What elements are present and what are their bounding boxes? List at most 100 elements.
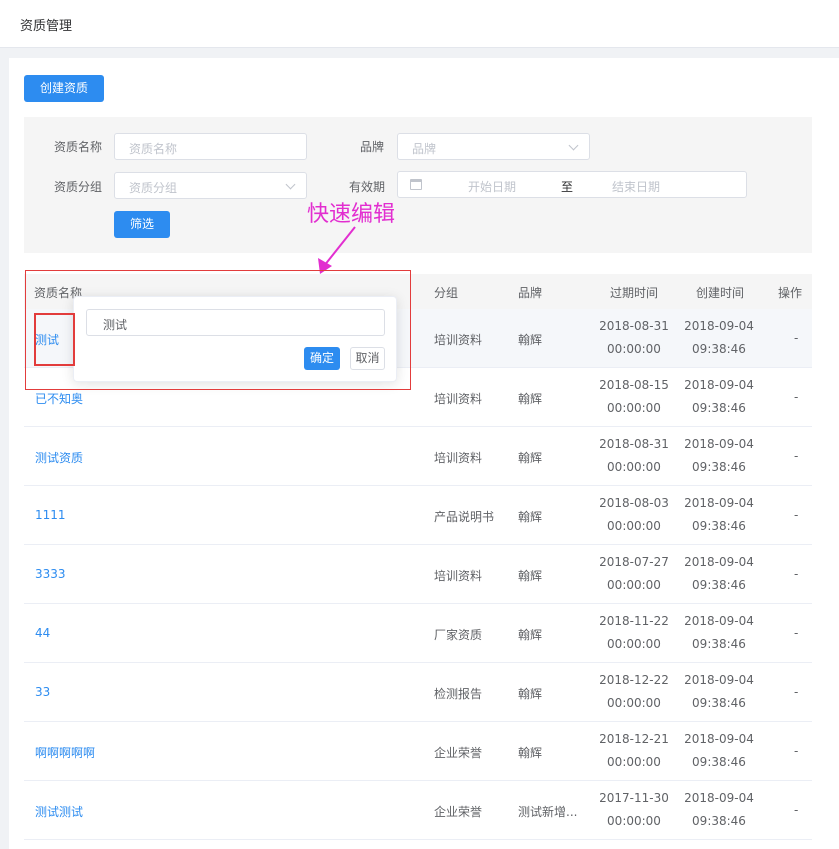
row-group: 企业荣誉 [434, 805, 483, 819]
name-filter-placeholder: 资质名称 [129, 142, 178, 156]
row-create-time: 2018-09-04 09:38:46 [679, 551, 759, 597]
row-expire-clock-text: 00:00:00 [607, 755, 661, 769]
group-filter-label: 资质分组 [54, 180, 103, 194]
row-create-time: 2018-09-04 09:38:46 [679, 787, 759, 833]
row-create-time: 2018-09-04 09:38:46 [679, 315, 759, 361]
date-range-picker[interactable]: 开始日期 至 结束日期 [397, 171, 747, 198]
row-create-clock-text: 09:38:46 [692, 696, 746, 710]
row-create-date-text: 2018-09-04 [684, 319, 754, 333]
row-brand: 测试新增... [518, 805, 578, 819]
row-group: 检测报告 [434, 687, 483, 701]
row-action[interactable]: - [794, 449, 798, 463]
row-name-link[interactable]: 已不知奥 [35, 390, 83, 407]
row-create-clock-text: 09:38:46 [692, 460, 746, 474]
row-group: 培训资料 [434, 392, 483, 406]
row-brand: 翰辉 [518, 746, 543, 760]
row-name-link[interactable]: 3333 [35, 567, 66, 581]
row-action[interactable]: - [794, 331, 798, 345]
start-date-input[interactable]: 开始日期 [468, 178, 516, 195]
brand-select[interactable]: 品牌 [397, 133, 590, 160]
row-create-clock-text: 09:38:46 [692, 342, 746, 356]
row-expire-date-text: 2018-08-31 [599, 437, 669, 451]
top-bar: 资质管理 [0, 0, 839, 48]
row-expire-time: 2018-12-21 00:00:00 [594, 728, 674, 774]
row-name-link[interactable]: 1111 [35, 508, 66, 522]
row-brand: 翰辉 [518, 569, 543, 583]
column-header-actions: 操作 [778, 286, 803, 300]
create-qualification-button[interactable]: 创建资质 [24, 75, 104, 102]
row-expire-time: 2018-07-27 00:00:00 [594, 551, 674, 597]
row-brand: 翰辉 [518, 687, 543, 701]
row-expire-clock-text: 00:00:00 [607, 519, 661, 533]
row-expire-time: 2018-12-22 00:00:00 [594, 669, 674, 715]
row-expire-clock-text: 00:00:00 [607, 401, 661, 415]
name-filter-input[interactable]: 资质名称 [114, 133, 307, 160]
row-group: 培训资料 [434, 569, 483, 583]
row-name-link[interactable]: 测试测试 [35, 803, 83, 820]
row-create-date-text: 2018-09-04 [684, 555, 754, 569]
row-action[interactable]: - [794, 803, 798, 817]
row-name-link[interactable]: 测试资质 [35, 449, 83, 466]
row-action[interactable]: - [794, 744, 798, 758]
column-header-expire: 过期时间 [610, 286, 659, 300]
table-row: 44 厂家资质 翰辉 2018-11-22 00:00:00 2018-09-04 09:3… [24, 604, 812, 663]
row-group: 产品说明书 [434, 510, 495, 524]
name-filter-label: 资质名称 [54, 140, 103, 154]
row-expire-time: 2018-11-22 00:00:00 [594, 610, 674, 656]
row-create-clock-text: 09:38:46 [692, 637, 746, 651]
row-action[interactable]: - [794, 390, 798, 404]
page-title: 资质管理 [20, 19, 73, 34]
row-expire-date-text: 2018-08-03 [599, 496, 669, 510]
row-action[interactable]: - [794, 685, 798, 699]
row-expire-time: 2018-08-03 00:00:00 [594, 492, 674, 538]
row-create-time: 2018-09-04 09:38:46 [679, 669, 759, 715]
row-brand: 翰辉 [518, 333, 543, 347]
row-brand: 翰辉 [518, 392, 543, 406]
row-create-time: 2018-09-04 09:38:46 [679, 492, 759, 538]
row-group: 企业荣誉 [434, 746, 483, 760]
end-date-input[interactable]: 结束日期 [612, 178, 660, 195]
row-create-clock-text: 09:38:46 [692, 814, 746, 828]
row-create-date-text: 2018-09-04 [684, 496, 754, 510]
row-group: 培训资料 [434, 333, 483, 347]
table-row: 33 检测报告 翰辉 2018-12-22 00:00:00 2018-09-04 09:3… [24, 663, 812, 722]
row-expire-date-text: 2018-08-15 [599, 378, 669, 392]
filter-button[interactable]: 筛选 [114, 211, 170, 238]
row-action[interactable]: - [794, 567, 798, 581]
row-expire-clock-text: 00:00:00 [607, 814, 661, 828]
row-expire-clock-text: 00:00:00 [607, 578, 661, 592]
annotation-arrow-icon [318, 226, 356, 274]
row-name-link[interactable]: 啊啊啊啊啊 [35, 744, 95, 761]
column-header-group: 分组 [434, 286, 459, 300]
row-create-time: 2018-09-04 09:38:46 [679, 433, 759, 479]
row-group: 培训资料 [434, 451, 483, 465]
chevron-down-icon [285, 179, 296, 190]
column-header-brand: 品牌 [518, 286, 543, 300]
validity-filter-label: 有效期 [349, 180, 386, 194]
row-create-date-text: 2018-09-04 [684, 437, 754, 451]
row-expire-date-text: 2018-08-31 [599, 319, 669, 333]
row-name-link[interactable]: 44 [35, 626, 50, 640]
table-row: 测试资质 培训资料 翰辉 2018-08-31 00:00:00 2018-09-04 09… [24, 427, 812, 486]
row-name-link[interactable]: 33 [35, 685, 50, 699]
brand-select-placeholder: 品牌 [412, 142, 437, 156]
column-header-created: 创建时间 [696, 286, 745, 300]
row-action[interactable]: - [794, 626, 798, 640]
row-brand: 翰辉 [518, 451, 543, 465]
row-create-clock-text: 09:38:46 [692, 401, 746, 415]
brand-filter-label: 品牌 [360, 140, 385, 154]
highlight-box-name-cell [34, 313, 75, 366]
row-expire-clock-text: 00:00:00 [607, 637, 661, 651]
row-action[interactable]: - [794, 508, 798, 522]
row-create-date-text: 2018-09-04 [684, 673, 754, 687]
calendar-icon [410, 179, 422, 190]
row-expire-time: 2017-11-30 00:00:00 [594, 787, 674, 833]
row-create-date-text: 2018-09-04 [684, 732, 754, 746]
row-expire-date-text: 2017-11-30 [599, 791, 669, 805]
row-create-date-text: 2018-09-04 [684, 614, 754, 628]
row-expire-time: 2018-08-15 00:00:00 [594, 374, 674, 420]
row-expire-clock-text: 00:00:00 [607, 342, 661, 356]
group-select-placeholder: 资质分组 [129, 181, 178, 195]
row-expire-clock-text: 00:00:00 [607, 460, 661, 474]
group-select[interactable]: 资质分组 [114, 172, 307, 199]
